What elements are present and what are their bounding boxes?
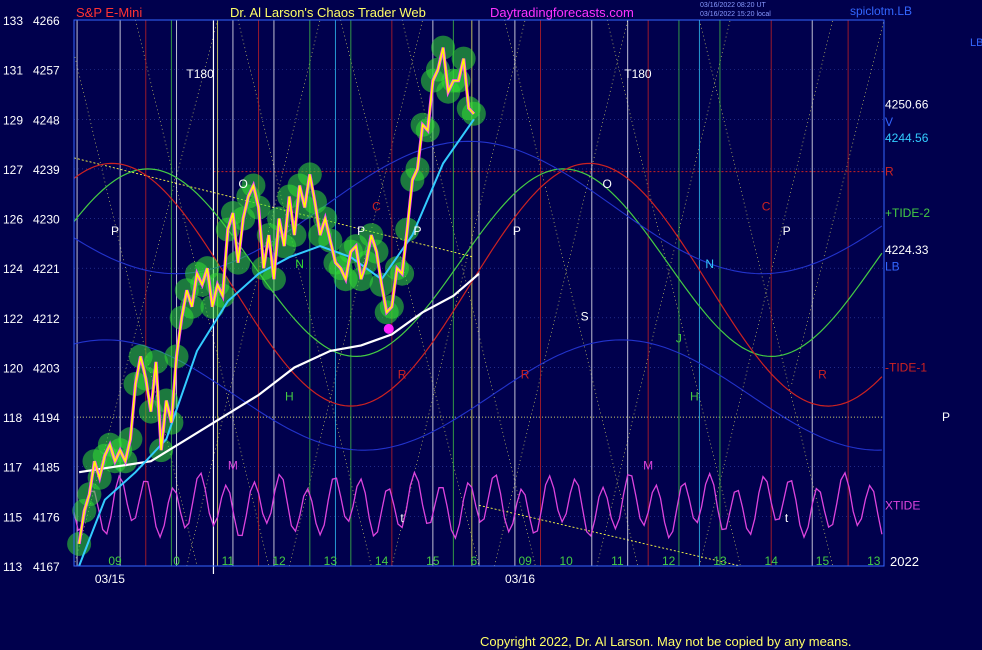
chart-letter: M	[228, 458, 238, 472]
right-label: P	[942, 410, 950, 424]
symbol-title: S&P E-Mini	[76, 5, 142, 20]
chart-letter: P	[783, 224, 791, 238]
chart-letter: N	[295, 257, 304, 271]
right-label: XTIDE	[885, 498, 920, 512]
timestamp-local: 03/16/2022 15:20 local	[700, 11, 771, 18]
y-label-left: 129	[3, 113, 23, 127]
chart-letter: P	[111, 224, 119, 238]
chart-letter: C	[372, 199, 381, 213]
chart-letter: P	[513, 224, 521, 238]
chart-letter: R	[521, 367, 530, 381]
y-label-left: 124	[3, 262, 23, 276]
y-label-price: 4176	[33, 510, 60, 524]
y-label-price: 4212	[33, 312, 60, 326]
chart-letter: R	[398, 367, 407, 381]
low-marker	[383, 323, 394, 334]
right-label: -TIDE-1	[885, 360, 927, 374]
y-label-price: 4248	[33, 113, 60, 127]
chart-letter: H	[690, 390, 699, 404]
chart-letter: N	[705, 257, 714, 271]
y-label-price: 4185	[33, 461, 60, 475]
chart-code: spiclotm.LB	[850, 4, 912, 18]
y-label-left: 131	[3, 64, 23, 78]
chart-letter: C	[762, 199, 771, 213]
date-label: 03/16	[505, 572, 535, 586]
y-label-left: 127	[3, 163, 23, 177]
right-label: 4244.56	[885, 131, 929, 145]
chart-letter: H	[285, 390, 294, 404]
y-label-price: 4266	[33, 14, 60, 28]
y-label-price: 4230	[33, 213, 60, 227]
y-label-left: 113	[3, 560, 22, 574]
right-label: R	[885, 165, 894, 179]
chart-letter: T180	[624, 67, 652, 81]
chaos-trader-chart: 133 4266 131 4257 129 4248 127 4239 126 4230 124 42…	[0, 0, 982, 650]
timestamp-ut: 03/16/2022 08:20 UT	[700, 2, 766, 9]
y-label-left: 118	[3, 411, 22, 425]
y-label-left: 133	[3, 14, 23, 28]
right-label: 4224.33	[885, 243, 929, 257]
y-label-left: 117	[3, 461, 22, 475]
y-label-price: 4194	[33, 411, 60, 425]
chart-letter: O	[239, 177, 248, 191]
y-label-price: 4239	[33, 163, 60, 177]
chart-letter: M	[643, 458, 653, 472]
y-label-price: 4203	[33, 361, 60, 375]
corner-lb: LB	[970, 37, 982, 49]
chart-background	[0, 0, 982, 650]
y-label-left: 115	[3, 510, 22, 524]
year-label: 2022	[890, 554, 919, 569]
chart-letter: S	[581, 310, 589, 324]
date-label: 03/15	[95, 572, 125, 586]
y-label-left: 126	[3, 213, 23, 227]
site-name: Daytradingforecasts.com	[490, 5, 634, 20]
right-label: 4250.66	[885, 97, 929, 111]
right-label: V	[885, 115, 893, 129]
chart-letter: O	[602, 177, 611, 191]
y-label-left: 120	[3, 361, 23, 375]
right-label: LB	[885, 260, 900, 274]
right-label: +TIDE-2	[885, 206, 930, 220]
chart-letter: R	[818, 367, 827, 381]
chart-letter: P	[413, 224, 421, 238]
y-label-price: 4221	[33, 262, 60, 276]
chart-letter: P	[357, 224, 365, 238]
copyright: Copyright 2022, Dr. Al Larson. May not b…	[480, 634, 851, 649]
y-label-price: 4167	[33, 560, 60, 574]
chart-letter: J	[676, 332, 682, 346]
chart-title: Dr. Al Larson's Chaos Trader Web	[230, 5, 426, 20]
chart-letter: T180	[186, 67, 214, 81]
y-label-price: 4257	[33, 64, 60, 78]
y-label-left: 122	[3, 312, 23, 326]
